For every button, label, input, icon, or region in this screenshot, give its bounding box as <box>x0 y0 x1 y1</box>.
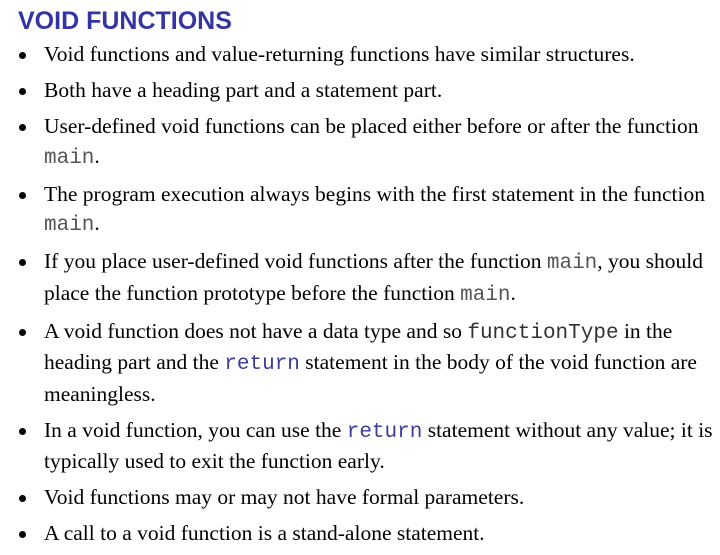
bullet-text: . <box>94 211 100 235</box>
bullet-list: Void functions and value-returning funct… <box>0 40 720 555</box>
code-identifier: main <box>460 283 511 307</box>
bullet-item: If you place user-defined void functions… <box>0 247 720 310</box>
bullet-dot-icon <box>19 88 26 95</box>
bullet-dot-icon <box>19 427 26 435</box>
bullet-dot-icon <box>19 52 26 59</box>
bullet-text: The program execution always begins with… <box>44 181 705 206</box>
bullet-item: Both have a heading part and a statement… <box>0 76 720 106</box>
code-keyword: return <box>224 353 300 376</box>
bullet-text: . <box>510 280 516 305</box>
bullet-text: Void functions may or may not have forma… <box>44 485 525 509</box>
bullet-item: A call to a void function is a stand-alo… <box>0 519 720 549</box>
bullet-text: Void functions and value-returning funct… <box>44 42 635 66</box>
slide-title: VOID FUNCTIONS <box>18 7 232 35</box>
code-keyword: return <box>346 420 423 444</box>
bullet-dot-icon <box>19 495 26 502</box>
code-identifier: main <box>546 252 598 275</box>
bullet-item: The program execution always begins with… <box>0 180 720 241</box>
bullet-text: User-defined void functions can be place… <box>44 114 699 138</box>
bullet-dot-icon <box>19 259 26 266</box>
bullet-item: In a void function, you can use the retu… <box>0 416 720 477</box>
bullet-dot-icon <box>19 124 26 131</box>
bullet-text: In a void function, you can use the <box>44 417 347 442</box>
bullet-text: A void function does not have a data typ… <box>44 318 468 343</box>
bullet-text: If you place user-defined void functions… <box>44 249 547 273</box>
bullet-dot-icon <box>19 191 26 199</box>
bullet-item: Void functions may or may not have forma… <box>0 483 720 513</box>
bullet-item: A void function does not have a data typ… <box>0 317 720 410</box>
bullet-text: A call to a void function is a stand-alo… <box>44 521 485 545</box>
bullet-item: Void functions and value-returning funct… <box>0 40 720 70</box>
code-identifier: functionType <box>467 321 619 345</box>
bullet-dot-icon <box>19 531 26 538</box>
code-identifier: main <box>44 214 95 237</box>
bullet-text: . <box>94 143 100 168</box>
bullet-dot-icon <box>19 328 26 336</box>
code-identifier: main <box>44 146 95 170</box>
bullet-item: User-defined void functions can be place… <box>0 112 720 173</box>
bullet-text: Both have a heading part and a statement… <box>44 78 443 102</box>
slide: VOID FUNCTIONS Void functions and value-… <box>0 0 720 545</box>
